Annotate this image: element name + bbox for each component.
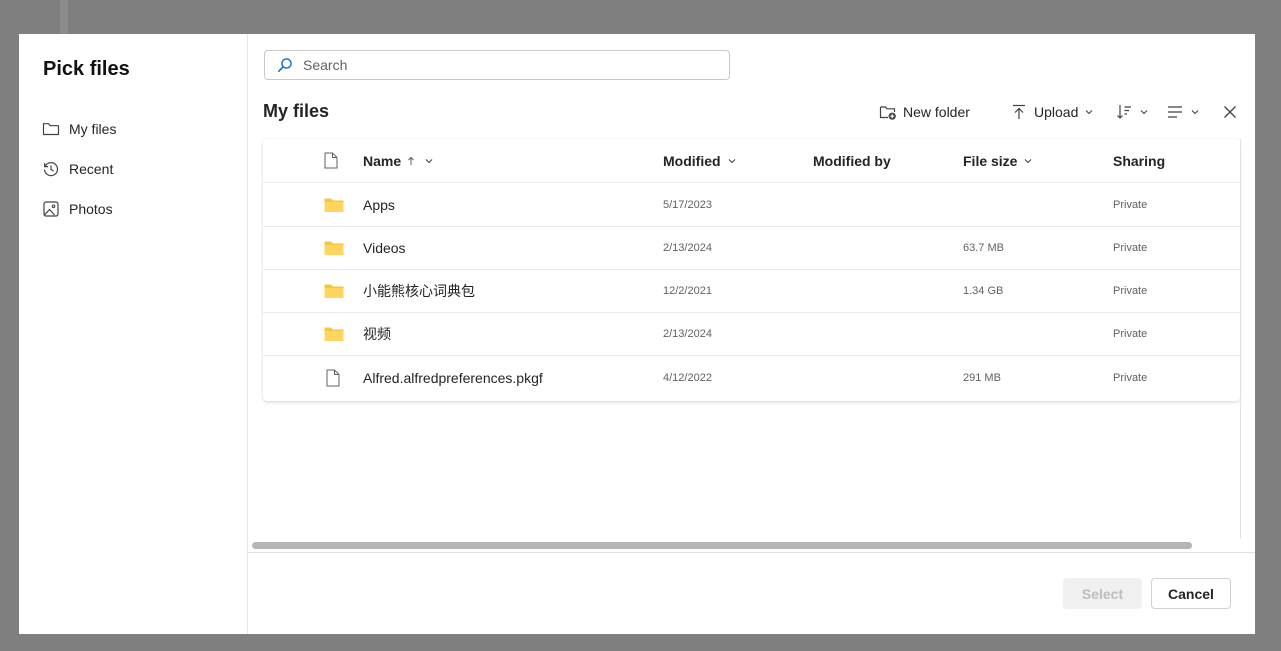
modified-date: 12/2/2021 [663, 284, 712, 297]
table-row[interactable]: 视频 2/13/2024 Private [263, 312, 1240, 356]
vertical-divider [1240, 139, 1241, 539]
sharing-status: Private [1113, 198, 1148, 211]
dialog-title: Pick files [43, 58, 130, 80]
file-picker-dialog: Pick files My files Recent Photos My fil… [19, 34, 1255, 634]
sidebar-item-label: Recent [69, 161, 114, 177]
folder-icon [42, 123, 60, 136]
upload-icon [1013, 104, 1025, 119]
column-header-sharing[interactable]: Sharing [1113, 139, 1165, 182]
modified-date: 5/17/2023 [663, 198, 712, 211]
sidebar-item-label: Photos [69, 201, 113, 217]
table-row[interactable]: Apps 5/17/2023 Private [263, 183, 1240, 227]
modified-date: 2/13/2024 [663, 241, 712, 254]
column-header-name[interactable]: Name [363, 139, 434, 182]
file-size: 1.34 GB [963, 284, 1004, 297]
chevron-down-icon [1140, 110, 1148, 115]
sort-icon [1117, 105, 1131, 119]
sidebar: Pick files My files Recent Photos [19, 34, 248, 634]
table-row[interactable]: Alfred.alfredpreferences.pkgf 4/12/2022 … [263, 356, 1240, 399]
sharing-status: Private [1113, 371, 1148, 384]
file-table: Name Modified Modified by File size Shar… [263, 139, 1240, 401]
chevron-down-icon [1191, 110, 1199, 115]
table-header: Name Modified Modified by File size Shar… [263, 139, 1240, 183]
table-row[interactable]: Videos 2/13/2024 63.7 MB Private [263, 226, 1240, 270]
new-folder-button[interactable]: New folder [879, 98, 970, 126]
sidebar-item-my-files[interactable]: My files [42, 117, 116, 141]
column-header-modified[interactable]: Modified [663, 139, 737, 182]
close-button[interactable] [1221, 98, 1239, 126]
file-name: Videos [363, 239, 406, 256]
cancel-button[interactable]: Cancel [1151, 578, 1231, 609]
column-header-file-size[interactable]: File size [963, 139, 1033, 182]
history-icon [43, 162, 59, 177]
horizontal-scrollbar[interactable] [248, 539, 1240, 549]
folder-icon [324, 183, 344, 226]
table-row[interactable]: 小能熊核心词典包 12/2/2021 1.34 GB Private [263, 269, 1240, 313]
scrollbar-thumb[interactable] [252, 542, 1192, 549]
file-name: Alfred.alfredpreferences.pkgf [363, 369, 543, 386]
folder-icon [324, 312, 344, 355]
view-options-button[interactable] [1166, 98, 1200, 126]
column-modified-label: Modified [663, 152, 721, 169]
chevron-down-icon [425, 158, 433, 163]
file-size: 291 MB [963, 371, 1001, 384]
sharing-status: Private [1113, 327, 1148, 340]
column-sharing-label: Sharing [1113, 152, 1166, 169]
file-type-column-header[interactable] [324, 139, 338, 182]
image-icon [43, 201, 59, 217]
new-folder-label: New folder [903, 104, 970, 120]
folder-icon [324, 226, 344, 269]
sharing-status: Private [1113, 241, 1148, 254]
page-title: My files [263, 101, 330, 121]
close-icon [1224, 106, 1236, 118]
footer-divider [248, 552, 1255, 553]
modified-date: 4/12/2022 [663, 371, 712, 384]
folder-icon [324, 269, 344, 312]
file-name: 小能熊核心词典包 [363, 282, 475, 299]
column-modified-by-label: Modified by [813, 152, 891, 169]
file-size: 63.7 MB [963, 241, 1004, 254]
sort-button[interactable] [1115, 98, 1149, 126]
chevron-down-icon [728, 158, 735, 163]
upload-label: Upload [1034, 104, 1079, 120]
sort-ascending-icon [408, 156, 414, 165]
list-view-icon [1168, 106, 1182, 118]
file-name: 视频 [363, 325, 391, 342]
upload-button[interactable]: Upload [1010, 98, 1094, 126]
search-icon [278, 58, 292, 72]
file-type-icon [324, 152, 338, 169]
chevron-down-icon [1025, 158, 1032, 163]
chevron-down-icon [1085, 110, 1093, 115]
search-input[interactable] [301, 56, 705, 74]
file-name: Apps [363, 196, 395, 213]
search-box[interactable] [264, 50, 730, 80]
select-button[interactable]: Select [1063, 578, 1142, 609]
modified-date: 2/13/2024 [663, 327, 712, 340]
sidebar-item-label: My files [69, 121, 117, 137]
column-file-size-label: File size [963, 152, 1018, 169]
sharing-status: Private [1113, 284, 1148, 297]
sidebar-item-photos[interactable]: Photos [42, 197, 113, 221]
file-icon [326, 356, 340, 399]
column-name-label: Name [363, 152, 402, 169]
sidebar-item-recent[interactable]: Recent [42, 157, 113, 181]
new-folder-icon [879, 106, 896, 120]
column-header-modified-by[interactable]: Modified by [813, 139, 891, 182]
